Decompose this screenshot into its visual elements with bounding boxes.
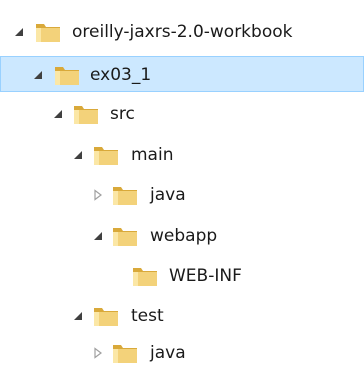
tree-node-main[interactable]: main: [0, 137, 364, 173]
folder-icon: [111, 340, 139, 366]
folder-icon: [92, 142, 120, 168]
folder-icon: [72, 101, 100, 127]
tree-node-webapp[interactable]: webapp: [0, 218, 364, 254]
folder-icon: [34, 19, 62, 45]
tree-node-label: webapp: [150, 226, 218, 246]
tree-node-label: src: [110, 104, 135, 124]
tree-node-label: WEB-INF: [169, 266, 242, 286]
collapsed-triangle-icon[interactable]: [92, 189, 104, 201]
tree-node-oreilly-jaxrs-2-0-workbook[interactable]: oreilly-jaxrs-2.0-workbook: [0, 14, 364, 50]
folder-icon: [111, 182, 139, 208]
expanded-triangle-icon[interactable]: [92, 230, 104, 242]
tree-node-label: main: [131, 145, 174, 165]
expanded-triangle-icon[interactable]: [72, 310, 84, 322]
tree-node-label: oreilly-jaxrs-2.0-workbook: [72, 22, 293, 42]
tree-node-web-inf[interactable]: WEB-INF: [0, 258, 364, 294]
expanded-triangle-icon[interactable]: [13, 26, 25, 38]
tree-node-main-java[interactable]: java: [0, 177, 364, 213]
tree-node-label: java: [150, 343, 186, 363]
expanded-triangle-icon[interactable]: [32, 69, 44, 81]
folder-tree: oreilly-jaxrs-2.0-workbook ex03_1 src ma…: [0, 0, 364, 371]
folder-icon: [53, 62, 81, 88]
tree-node-label: java: [150, 185, 186, 205]
expanded-triangle-icon[interactable]: [72, 149, 84, 161]
folder-icon: [131, 263, 159, 289]
tree-node-ex03-1[interactable]: ex03_1: [0, 56, 364, 92]
tree-node-test-java[interactable]: java: [0, 335, 364, 371]
folder-icon: [92, 303, 120, 329]
expanded-triangle-icon[interactable]: [52, 108, 64, 120]
tree-node-label: ex03_1: [90, 65, 152, 85]
collapsed-triangle-icon[interactable]: [92, 347, 104, 359]
tree-node-src[interactable]: src: [0, 96, 364, 132]
tree-node-label: test: [131, 306, 164, 326]
folder-icon: [111, 223, 139, 249]
tree-node-test[interactable]: test: [0, 298, 364, 334]
